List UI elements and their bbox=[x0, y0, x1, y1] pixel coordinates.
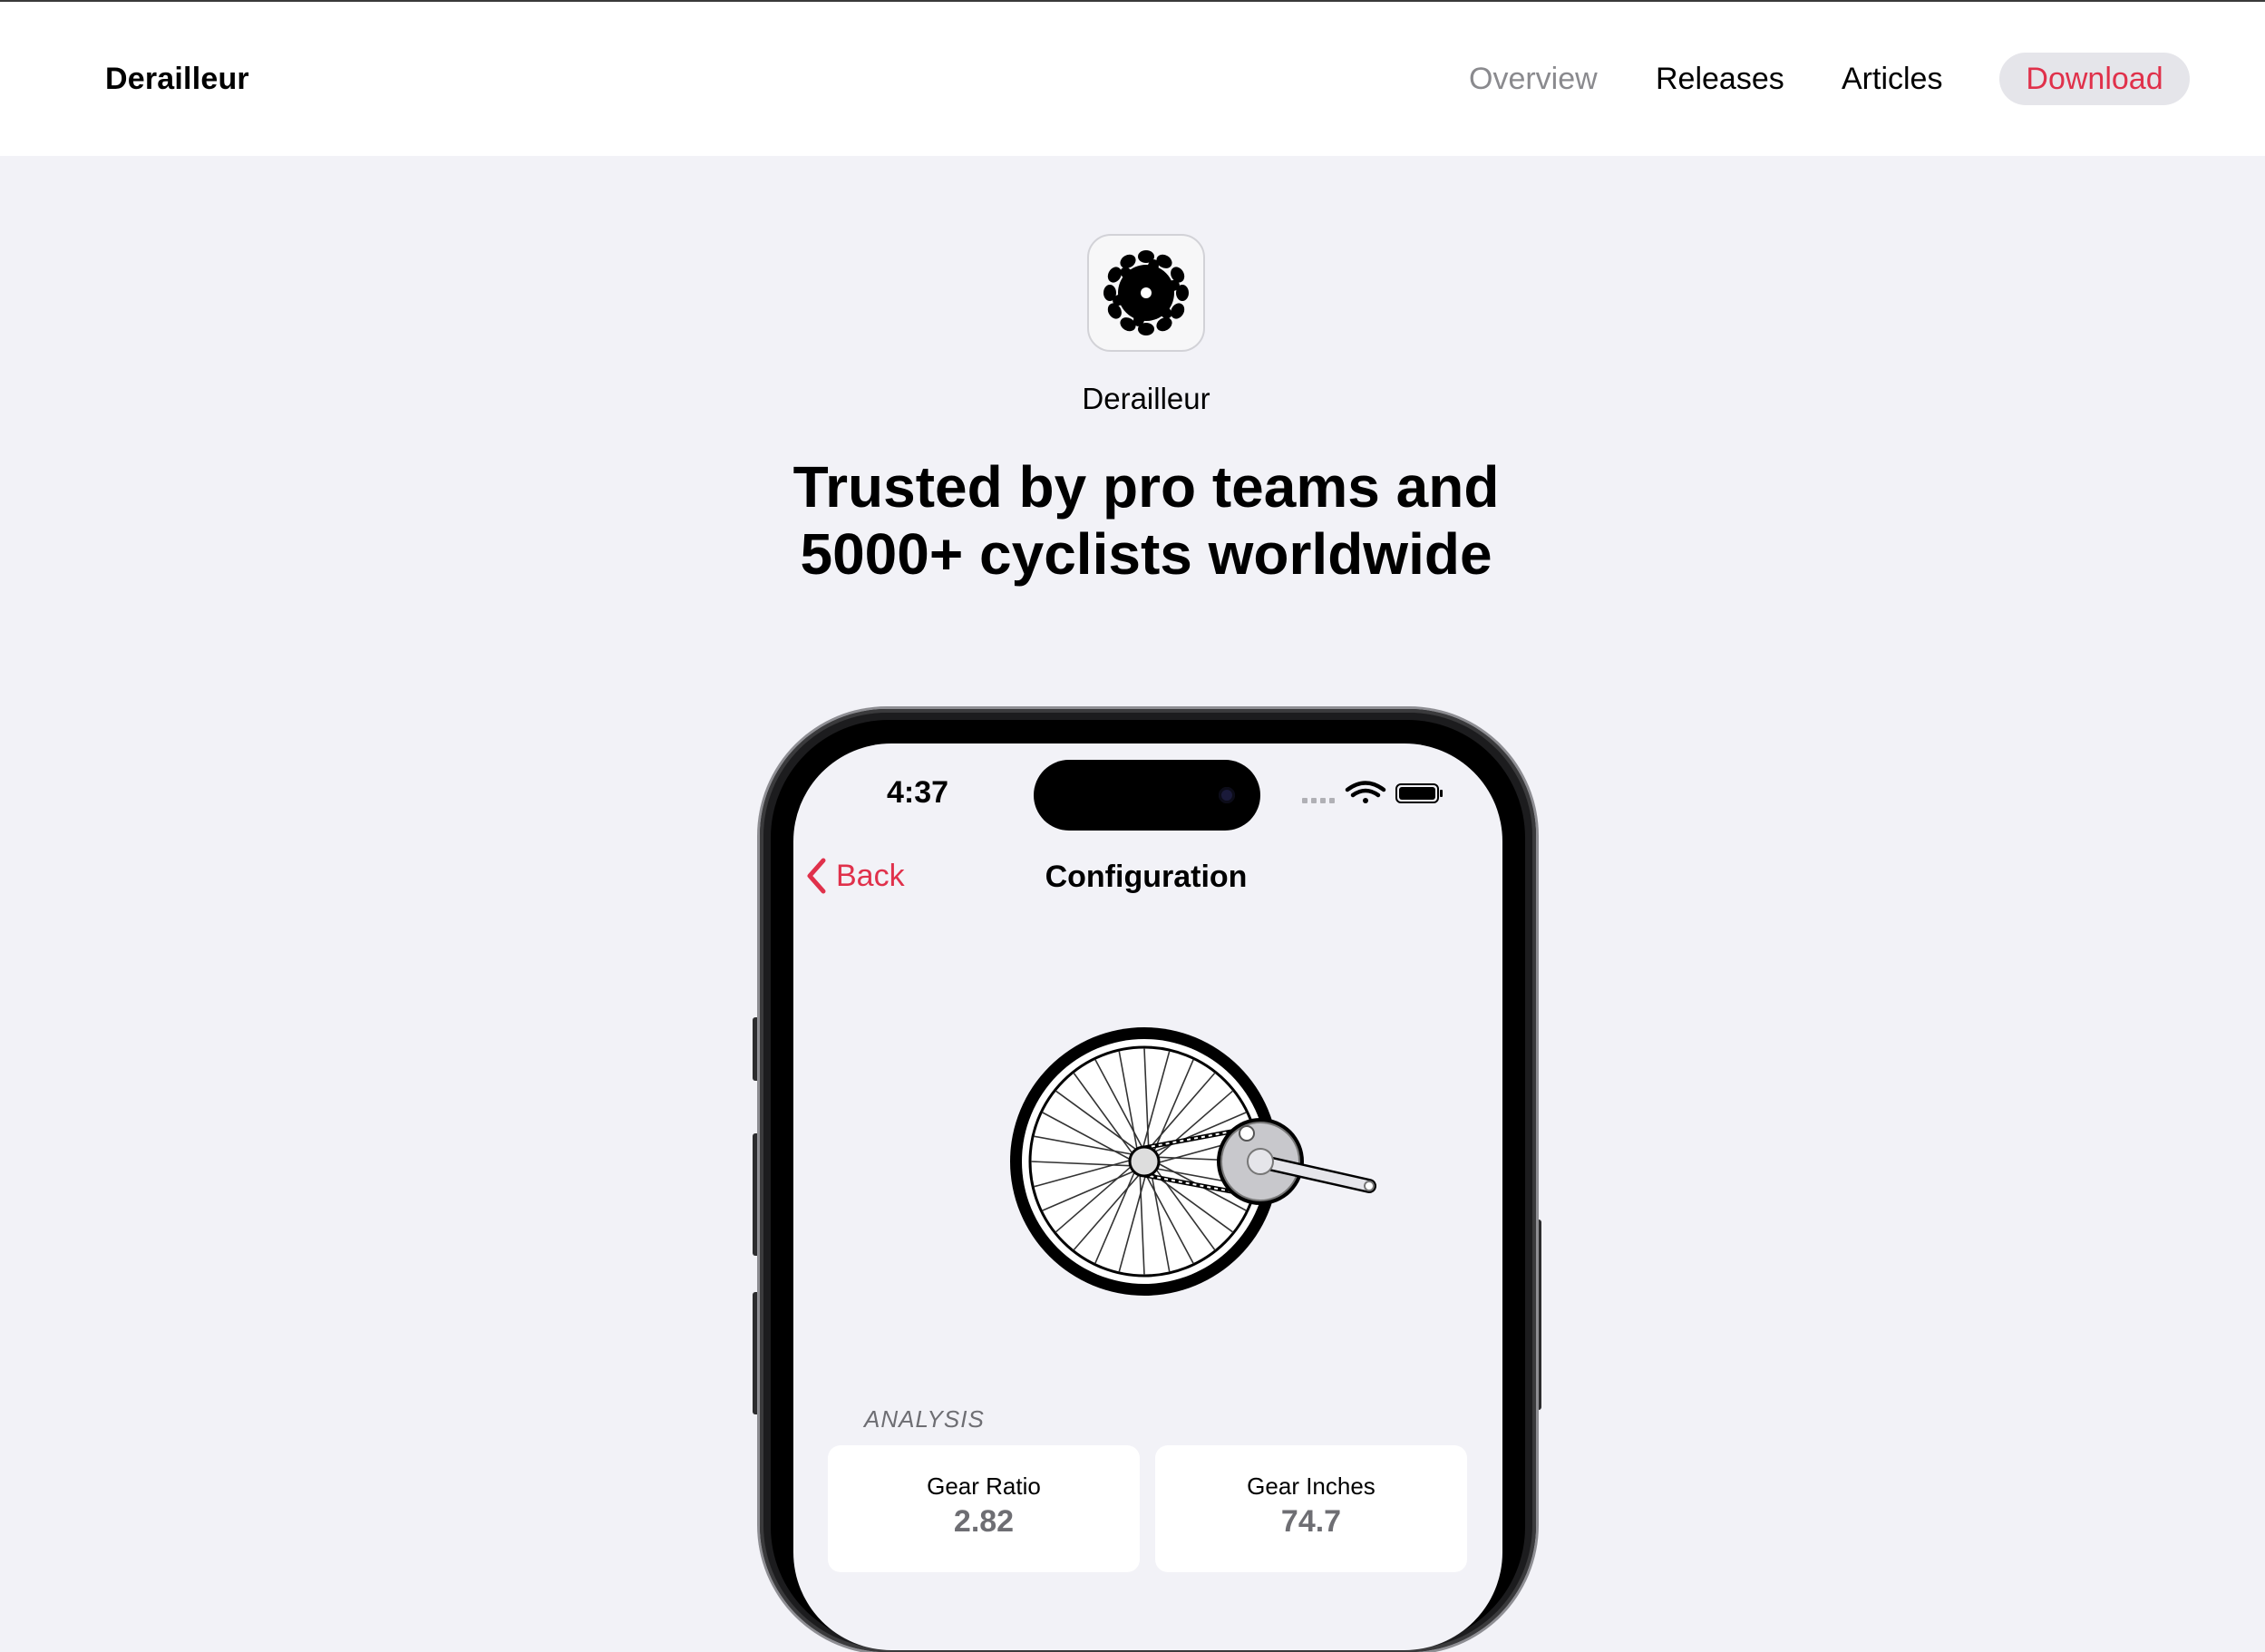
analysis-section-label: ANALYSIS bbox=[864, 1405, 985, 1433]
phone-action-button bbox=[753, 1017, 760, 1081]
battery-icon bbox=[1395, 783, 1443, 803]
app-icon bbox=[1087, 234, 1205, 352]
bike-drivetrain-illustration bbox=[1010, 1027, 1376, 1296]
nav-link-releases[interactable]: Releases bbox=[1656, 62, 1784, 97]
cassette-cog bbox=[1128, 1145, 1161, 1178]
derailleur-pulley bbox=[1239, 1125, 1255, 1142]
gear-inches-card: Gear Inches 74.7 bbox=[1155, 1445, 1467, 1572]
download-button[interactable]: Download bbox=[1999, 53, 2190, 105]
status-bar-icons bbox=[1300, 780, 1445, 811]
hero-headline: Trusted by pro teams and 5000+ cyclists … bbox=[792, 454, 1500, 587]
app-name: Derailleur bbox=[1082, 382, 1210, 415]
brand-logo-text[interactable]: Derailleur bbox=[105, 62, 249, 97]
nav-link-overview[interactable]: Overview bbox=[1469, 62, 1598, 97]
screen-title: Configuration bbox=[1045, 860, 1248, 894]
status-bar-time: 4:37 bbox=[887, 775, 949, 810]
phone-volume-down-button bbox=[753, 1292, 760, 1414]
nav-link-articles[interactable]: Articles bbox=[1842, 62, 1942, 97]
gear-ratio-card: Gear Ratio 2.82 bbox=[828, 1445, 1140, 1572]
front-camera bbox=[1219, 787, 1235, 803]
phone-volume-up-button bbox=[753, 1133, 760, 1256]
cellular-signal-icon bbox=[1302, 798, 1335, 803]
wifi-icon bbox=[1345, 781, 1386, 803]
chainring-icon bbox=[1103, 250, 1189, 335]
gear-inches-label: Gear Inches bbox=[1247, 1472, 1376, 1500]
top-navigation: Derailleur Overview Releases Articles Do… bbox=[0, 2, 2265, 156]
gear-ratio-value: 2.82 bbox=[953, 1504, 1015, 1539]
gear-ratio-label: Gear Ratio bbox=[927, 1472, 1041, 1500]
gear-inches-value: 74.7 bbox=[1280, 1504, 1342, 1539]
